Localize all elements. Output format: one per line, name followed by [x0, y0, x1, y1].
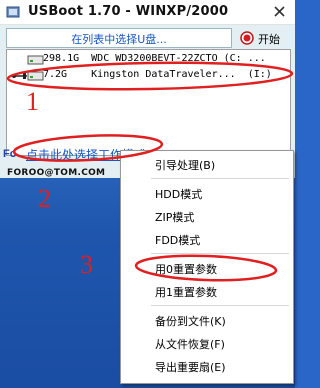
usb-plug-icon [11, 73, 27, 79]
record-icon [240, 31, 254, 45]
menu-item-label: 备份到文件(K) [155, 315, 226, 328]
menu-item-label: FDD模式 [155, 234, 201, 247]
menu-item-label: HDD模式 [155, 188, 203, 201]
author-email: FOROO@TOM.COM [7, 168, 106, 178]
drive-row[interactable]: 298.1G WDC WD3200BEVT-22ZCTO (C: ... [7, 52, 290, 68]
drive-row[interactable]: 7.2G Kingston DataTraveler... (I:) [7, 68, 290, 84]
drive-label: 298.1G WDC WD3200BEVT-22ZCTO (C: ... [43, 53, 266, 64]
menu-item-fdd[interactable]: FDD模式 [121, 229, 293, 249]
close-icon[interactable] [272, 4, 287, 19]
drive-list[interactable]: 298.1G WDC WD3200BEVT-22ZCTO (C: ... 7.2… [6, 49, 291, 156]
prompt-text: 在列表中选择U盘... [71, 33, 167, 46]
window-title: USBoot 1.70 - WINXP/2000 [28, 4, 229, 19]
menu-separator [151, 253, 289, 254]
menu-item-hdd[interactable]: HDD模式 [121, 183, 293, 203]
menu-item-label: 用0重置参数 [155, 263, 217, 276]
start-button[interactable]: 开始 [238, 29, 290, 47]
prompt-box: 在列表中选择U盘... [6, 28, 232, 48]
title-bar[interactable]: USBoot 1.70 - WINXP/2000 [0, 0, 295, 25]
menu-item-restore[interactable]: 从文件恢复(F) [121, 333, 293, 353]
context-menu: 引导处理(B) HDD模式 ZIP模式 FDD模式 用0重置参数 用1重置参数 … [120, 150, 294, 384]
menu-item-label: 引导处理(B) [155, 159, 216, 172]
menu-item-label: ZIP模式 [155, 211, 195, 224]
menu-item-boot[interactable]: 引导处理(B) [121, 154, 293, 174]
menu-separator [151, 178, 289, 179]
menu-item-label: 从文件恢复(F) [155, 338, 225, 351]
usb-app-icon [6, 6, 20, 18]
menu-separator [151, 305, 289, 306]
menu-item-label: 用1重置参数 [155, 286, 217, 299]
menu-item-zip[interactable]: ZIP模式 [121, 206, 293, 226]
menu-item-reset-0[interactable]: 用0重置参数 [121, 258, 293, 278]
drive-label: 7.2G Kingston DataTraveler... (I:) [43, 69, 272, 80]
fo-logo-icon: Fo [3, 148, 17, 160]
menu-item-export[interactable]: 导出重要扇(E) [121, 356, 293, 376]
menu-item-label: 导出重要扇(E) [155, 361, 226, 374]
menu-item-backup[interactable]: 备份到文件(K) [121, 310, 293, 330]
start-label: 开始 [258, 33, 280, 46]
menu-item-reset-1[interactable]: 用1重置参数 [121, 281, 293, 301]
